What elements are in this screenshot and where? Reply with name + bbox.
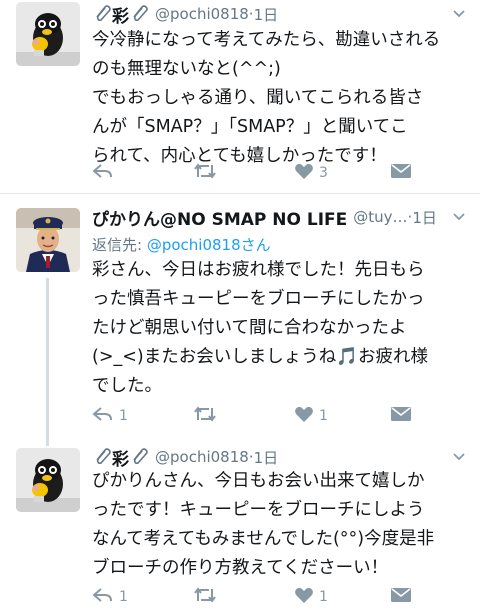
- tweet-text: ぴかりんさん、今日もお会い出来て嬉しか ったです！キューピーをブローチにしよう …: [92, 467, 464, 583]
- timestamp[interactable]: 1日: [254, 447, 279, 468]
- tweet-header: 彩 @pochi0818 · 1日: [92, 2, 468, 27]
- retweet-button[interactable]: [192, 405, 223, 427]
- tweet-header: 彩 @pochi0818 · 1日: [92, 445, 468, 470]
- tweet-text-line: のも無理ないなと(^^;): [92, 59, 281, 79]
- user-handle[interactable]: @pochi0818: [155, 5, 249, 23]
- direct-message-button[interactable]: [390, 405, 412, 427]
- like-icon: [294, 586, 314, 608]
- tweet-actions: 3: [92, 162, 422, 184]
- tweet-header: ぴかりん@NO SMAP NO LIFE @tuy… · 1日: [92, 205, 468, 230]
- tweet-text-line: (>_<)またお会いしましょうね🎵お疲れ様: [92, 347, 429, 367]
- dm-icon: [390, 162, 412, 184]
- tweet-text: 彩さん、今日はお疲れ様でした！先日もら った慎吾キューピーをブローチにしたかっ …: [92, 256, 464, 401]
- dm-icon: [390, 586, 412, 608]
- like-count: 1: [319, 589, 328, 605]
- reply-icon: [92, 405, 114, 427]
- like-icon: [294, 405, 314, 427]
- retweet-icon: [192, 162, 218, 184]
- display-name[interactable]: 彩: [112, 445, 129, 470]
- tweet-text-line: 彩さん、今日はお疲れ様でした！先日もら: [92, 260, 425, 280]
- reply-to-link[interactable]: @pochi0818さん: [147, 236, 271, 254]
- user-handle[interactable]: @pochi0818: [155, 448, 249, 466]
- tweet-text-line: でした。: [92, 376, 162, 396]
- user-handle[interactable]: @tuy…: [353, 208, 407, 226]
- tweet-text-line: ブローチの作り方教えてくださーい！: [92, 558, 389, 578]
- direct-message-button[interactable]: [390, 586, 412, 608]
- tweet-1[interactable]: 彩 @pochi0818 · 1日 今冷静になって考えてみたら、勘違いされる の…: [0, 0, 480, 192]
- like-button[interactable]: 3: [294, 162, 328, 184]
- direct-message-button[interactable]: [390, 162, 412, 184]
- like-count: 1: [319, 408, 328, 424]
- dm-icon: [390, 405, 412, 427]
- paperclip-icon: [92, 3, 112, 25]
- retweet-icon: [192, 586, 218, 608]
- avatar-aya[interactable]: [16, 448, 80, 512]
- thread-line: [46, 278, 49, 434]
- timestamp[interactable]: 1日: [412, 207, 437, 228]
- tweet-2[interactable]: ぴかりん@NO SMAP NO LIFE @tuy… · 1日 返信先: @po…: [0, 194, 480, 434]
- tweet-text-line: ったです！キューピーをブローチにしよう: [92, 500, 425, 520]
- reply-context: 返信先: @pochi0818さん: [92, 234, 271, 255]
- thread-line: [46, 434, 49, 446]
- avatar-pikarin[interactable]: [16, 208, 80, 272]
- reply-button[interactable]: [92, 162, 119, 184]
- tweet-text-line: ぴかりんさん、今日もお会い出来て嬉しか: [92, 471, 425, 491]
- reply-count: 1: [119, 408, 128, 424]
- like-icon: [294, 162, 314, 184]
- retweet-icon: [192, 405, 218, 427]
- retweet-button[interactable]: [192, 162, 223, 184]
- paperclip-icon: [129, 3, 149, 25]
- reply-icon: [92, 586, 114, 608]
- tweet-text-line: でもおっしゃる通り、聞いてこられる皆さ: [92, 88, 424, 108]
- tweet-3[interactable]: 彩 @pochi0818 · 1日 ぴかりんさん、今日もお会い出来て嬉しか った…: [0, 434, 480, 615]
- chevron-down-icon[interactable]: [450, 5, 468, 23]
- reply-button[interactable]: 1: [92, 405, 128, 427]
- like-count: 3: [319, 165, 328, 181]
- tweet-text: 今冷静になって考えてみたら、勘違いされる のも無理ないなと(^^;) でもおっし…: [92, 26, 464, 171]
- tweet-text-line: なんて考えてもみませんでした(°°)今度是非: [92, 529, 435, 549]
- retweet-button[interactable]: [192, 586, 223, 608]
- like-button[interactable]: 1: [294, 405, 328, 427]
- reply-button[interactable]: 1: [92, 586, 128, 608]
- tweet-actions: 1 1: [92, 586, 422, 608]
- tweet-text-line: んが「SMAP？」「SMAP？」と聞いてこ: [92, 117, 408, 137]
- tweet-actions: 1 1: [92, 405, 422, 427]
- chevron-down-icon[interactable]: [450, 448, 468, 466]
- reply-label: 返信先:: [92, 236, 143, 254]
- reply-count: 1: [119, 589, 128, 605]
- like-button[interactable]: 1: [294, 586, 328, 608]
- display-name[interactable]: 彩: [112, 2, 129, 27]
- tweet-text-line: たけど朝思い付いて間に合わなかったよ: [92, 318, 407, 338]
- avatar-aya[interactable]: [16, 2, 80, 66]
- paperclip-icon: [92, 446, 112, 468]
- paperclip-icon: [129, 446, 149, 468]
- tweet-text-line: 今冷静になって考えてみたら、勘違いされる: [92, 30, 441, 50]
- display-name[interactable]: ぴかりん@NO SMAP NO LIFE: [92, 205, 347, 230]
- tweet-text-line: った慎吾キューピーをブローチにしたかっ: [92, 289, 425, 309]
- chevron-down-icon[interactable]: [450, 208, 468, 226]
- reply-icon: [92, 162, 114, 184]
- timestamp[interactable]: 1日: [254, 4, 279, 25]
